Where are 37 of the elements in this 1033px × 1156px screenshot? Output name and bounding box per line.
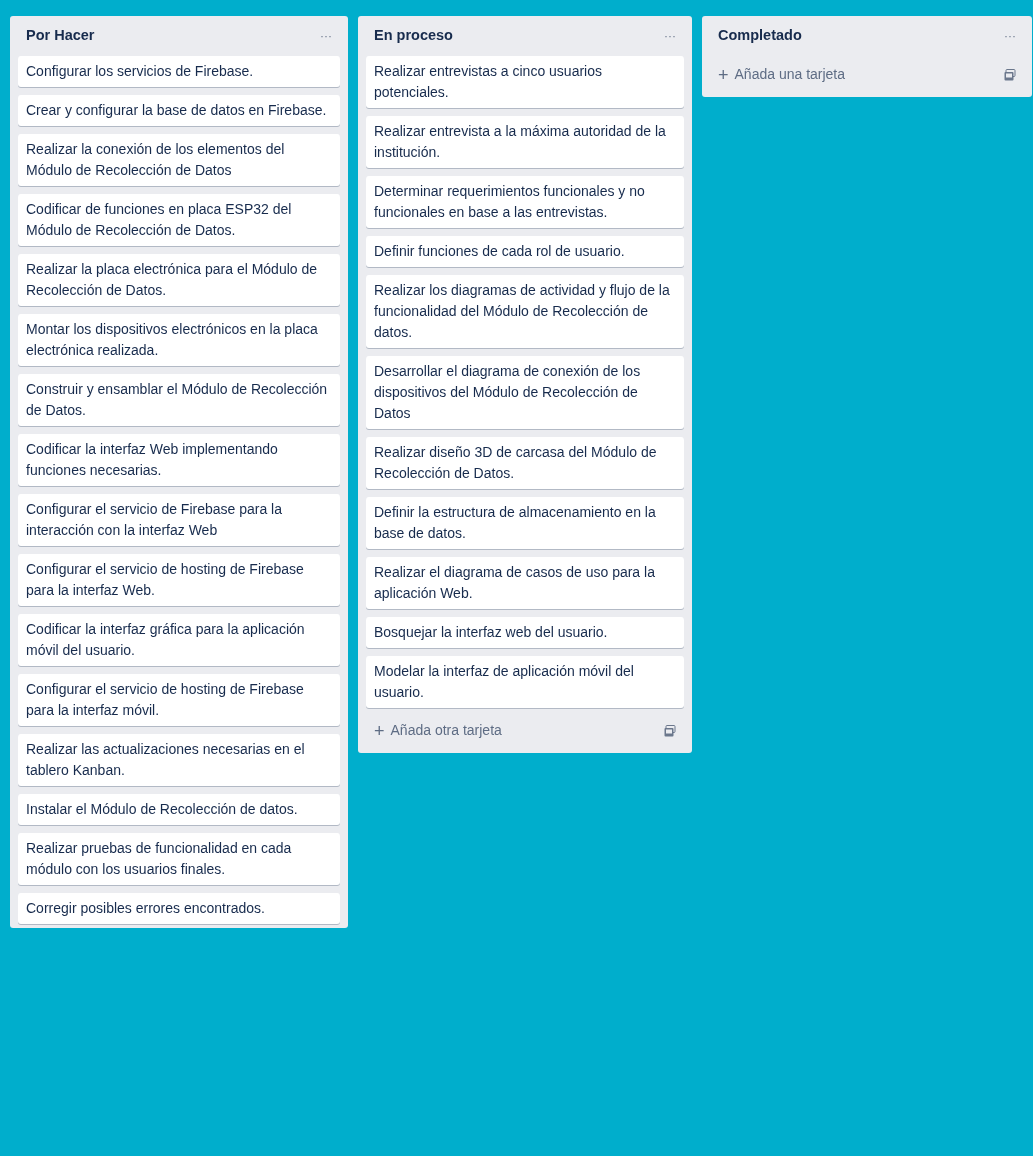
- task-card[interactable]: Definir la estructura de almacenamiento en la base de datos.: [366, 497, 684, 549]
- list-menu-button[interactable]: ···: [1004, 30, 1016, 42]
- add-card-button[interactable]: + Añada otra tarjeta: [366, 716, 510, 745]
- task-card[interactable]: Codificar la interfaz Web implementando funciones necesarias.: [18, 434, 340, 486]
- task-card[interactable]: Configurar el servicio de Firebase para la interacción con la interfaz Web: [18, 494, 340, 546]
- task-card[interactable]: Realizar entrevista a la máxima autoridad de la institución.: [366, 116, 684, 168]
- add-card-button[interactable]: + Añada una tarjeta: [710, 60, 854, 89]
- task-card[interactable]: Definir funciones de cada rol de usuario.: [366, 236, 684, 267]
- task-card[interactable]: Codificar la interfaz gráfica para la aplicación móvil del usuario.: [18, 614, 340, 666]
- task-card[interactable]: Configurar el servicio de hosting de Firebase para la interfaz móvil.: [18, 674, 340, 726]
- task-card[interactable]: Configurar los servicios de Firebase.: [18, 56, 340, 87]
- list-title[interactable]: En proceso: [374, 25, 453, 47]
- task-card[interactable]: Instalar el Módulo de Recolección de datos.: [18, 794, 340, 825]
- task-card[interactable]: Desarrollar el diagrama de conexión de los dispositivos del Módulo de Recolección de Datos: [366, 356, 684, 429]
- task-card[interactable]: Corregir posibles errores encontrados.: [18, 893, 340, 924]
- template-icon[interactable]: [1004, 68, 1016, 81]
- task-card[interactable]: Realizar pruebas de funcionalidad en cada módulo con los usuarios finales.: [18, 833, 340, 885]
- task-card[interactable]: Construir y ensamblar el Módulo de Recolección de Datos.: [18, 374, 340, 426]
- task-card[interactable]: Configurar el servicio de hosting de Firebase para la interfaz Web.: [18, 554, 340, 606]
- task-card[interactable]: Montar los dispositivos electrónicos en la placa electrónica realizada.: [18, 314, 340, 366]
- list-menu-button[interactable]: ···: [320, 30, 332, 42]
- task-card[interactable]: Realizar la placa electrónica para el Módulo de Recolección de Datos.: [18, 254, 340, 306]
- list-title[interactable]: Por Hacer: [26, 25, 95, 47]
- task-card[interactable]: Realizar el diagrama de casos de uso para la aplicación Web.: [366, 557, 684, 609]
- list-menu-button[interactable]: ···: [664, 30, 676, 42]
- task-card[interactable]: Crear y configurar la base de datos en Firebase.: [18, 95, 340, 126]
- task-card[interactable]: Codificar de funciones en placa ESP32 del Módulo de Recolección de Datos.: [18, 194, 340, 246]
- list-title[interactable]: Completado: [718, 25, 802, 47]
- task-card[interactable]: Bosquejar la interfaz web del usuario.: [366, 617, 684, 648]
- task-card[interactable]: Realizar los diagramas de actividad y flujo de la funcionalidad del Módulo de Recolección de datos.: [366, 275, 684, 348]
- task-card[interactable]: Realizar la conexión de los elementos del Módulo de Recolección de Datos: [18, 134, 340, 186]
- template-icon[interactable]: [664, 724, 676, 737]
- task-card[interactable]: Realizar diseño 3D de carcasa del Módulo de Recolección de Datos.: [366, 437, 684, 489]
- task-card[interactable]: Modelar la interfaz de aplicación móvil del usuario.: [366, 656, 684, 708]
- task-card[interactable]: Realizar las actualizaciones necesarias en el tablero Kanban.: [18, 734, 340, 786]
- task-card[interactable]: Determinar requerimientos funcionales y no funcionales en base a las entrevistas.: [366, 176, 684, 228]
- task-card[interactable]: Realizar entrevistas a cinco usuarios potenciales.: [366, 56, 684, 108]
